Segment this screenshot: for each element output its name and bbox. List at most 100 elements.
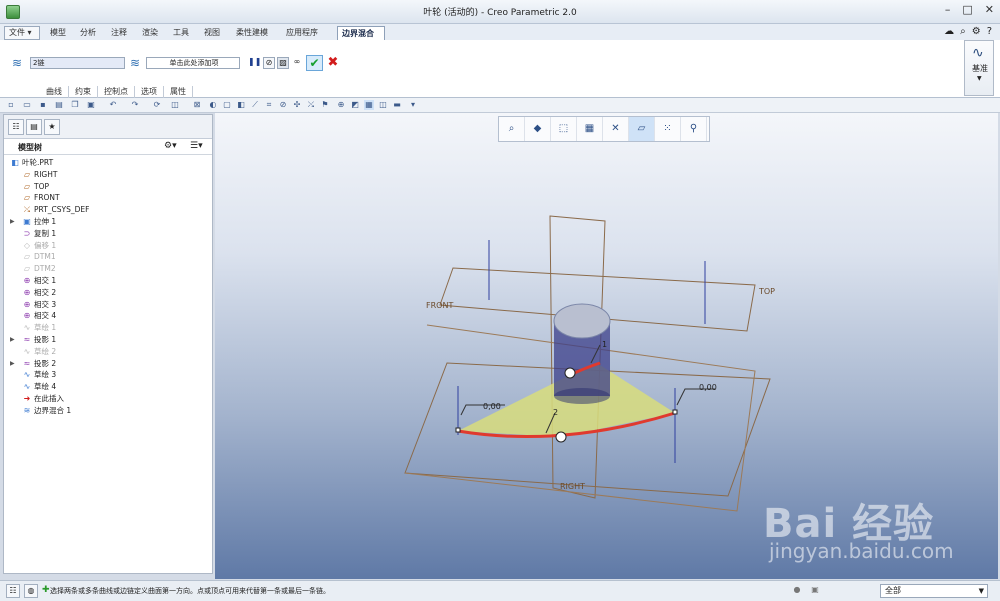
expand-arrow-icon[interactable]: ▶ <box>10 216 15 228</box>
tree-columns-icon[interactable]: ☰▾ <box>190 141 203 151</box>
verify-icon[interactable]: ∞ <box>291 57 303 69</box>
tree-item[interactable]: ⊃ 复制 1 <box>4 228 212 240</box>
folder-icon[interactable]: ▬ <box>392 100 402 110</box>
tree-item[interactable]: ▱ TOP <box>4 181 212 193</box>
view-manager-icon[interactable]: ▦ <box>577 117 603 141</box>
subtab-constraints[interactable]: 约束 <box>69 86 98 98</box>
tree-item[interactable]: ∿ 草绘 4 <box>4 381 212 393</box>
graphics-window[interactable]: FRONT TOP RIGHT 0,00 0,00 1 2 ⌕ ◆ ⬚ ▦ ✕ … <box>215 113 998 579</box>
cancel-button[interactable]: ✖ <box>326 55 340 71</box>
datum-display-icon[interactable]: ⌗ <box>264 100 274 110</box>
csys-display-icon[interactable]: ⚲ <box>681 117 707 141</box>
tree-item[interactable]: ≋ 边界混合 1 <box>4 405 212 417</box>
tree-item[interactable]: ∿ 草绘 2 <box>4 346 212 358</box>
annotation-display-icon[interactable]: ⚑ <box>320 100 330 110</box>
subtab-properties[interactable]: 属性 <box>164 86 193 98</box>
tab-analysis[interactable]: 分析 <box>76 26 100 40</box>
new-icon[interactable]: ▫ <box>6 100 16 110</box>
subtab-options[interactable]: 选项 <box>135 86 164 98</box>
navigator-toggle-icon[interactable]: ☷ <box>6 584 20 598</box>
close-model-icon[interactable]: ⊠ <box>192 100 202 110</box>
tree-item[interactable]: ⊕ 相交 4 <box>4 310 212 322</box>
tab-annotate[interactable]: 注释 <box>107 26 131 40</box>
tree-item[interactable]: ➜ 在此插入 <box>4 393 212 405</box>
model-tree-tab-icon[interactable]: ☷ <box>8 119 24 135</box>
tree-item[interactable]: ⊕ 相交 3 <box>4 299 212 311</box>
datum-point-display-icon[interactable]: ⁙ <box>655 117 681 141</box>
tab-file[interactable]: 文件 ▾ <box>4 26 40 40</box>
expand-arrow-icon[interactable]: ▶ <box>10 334 15 346</box>
tree-item[interactable]: ▶ ≈ 投影 1 <box>4 334 212 346</box>
tree-item[interactable]: ◇ 偏移 1 <box>4 240 212 252</box>
undo-icon[interactable]: ↶ <box>108 100 118 110</box>
pause-icon[interactable]: ❚❚ <box>248 57 261 69</box>
first-direction-collector[interactable]: 2链 <box>30 57 125 69</box>
tree-item[interactable]: ▶ ≈ 投影 2 <box>4 358 212 370</box>
tree-item[interactable]: ▱ DTM2 <box>4 263 212 275</box>
redo-icon[interactable]: ↷ <box>130 100 140 110</box>
search-icon[interactable]: ⌕ <box>960 26 966 37</box>
tab-boundary-blend[interactable]: 边界混合 <box>337 26 385 41</box>
open-icon[interactable]: ▭ <box>22 100 32 110</box>
tree-item[interactable]: ▱ RIGHT <box>4 169 212 181</box>
display-style-icon[interactable]: ◆ <box>525 117 551 141</box>
refit-icon[interactable]: ⌕ <box>499 117 525 141</box>
toolbar-dropdown-icon[interactable]: ▾ <box>408 100 418 110</box>
tree-item[interactable]: ◧ 叶轮.PRT <box>4 157 212 169</box>
spin-center-icon[interactable]: ⊕ <box>336 100 346 110</box>
browser-toggle-icon[interactable]: ◍ <box>24 584 38 598</box>
wireframe-icon[interactable]: ▢ <box>222 100 232 110</box>
tree-settings-icon[interactable]: ⚙▾ <box>164 141 177 151</box>
favorites-tab-icon[interactable]: ★ <box>44 119 60 135</box>
appearance-icon[interactable]: ◫ <box>378 100 388 110</box>
tree-item[interactable]: ⊕ 相交 2 <box>4 287 212 299</box>
no-preview-icon[interactable]: ⊘ <box>263 57 275 69</box>
tree-item[interactable]: ▱ DTM1 <box>4 251 212 263</box>
csys-display-icon[interactable]: ⤯ <box>306 100 316 110</box>
maximize-button[interactable]: □ <box>962 3 972 16</box>
tab-render[interactable]: 渲染 <box>138 26 162 40</box>
view-manager-icon[interactable]: ◩ <box>350 100 360 110</box>
tree-item[interactable]: ▶ ▣ 拉伸 1 <box>4 216 212 228</box>
saved-orientations-icon[interactable]: ⬚ <box>551 117 577 141</box>
tree-item[interactable]: ⊕ 相交 1 <box>4 275 212 287</box>
print-icon[interactable]: ▤ <box>54 100 64 110</box>
tree-item[interactable]: ∿ 草绘 1 <box>4 322 212 334</box>
minimize-button[interactable]: – <box>945 3 951 16</box>
tab-applications[interactable]: 应用程序 <box>282 26 322 40</box>
folder-browser-tab-icon[interactable]: ▤ <box>26 119 42 135</box>
expand-arrow-icon[interactable]: ▶ <box>10 358 15 370</box>
shading-icon[interactable]: ◐ <box>208 100 218 110</box>
save-icon[interactable]: ▪ <box>38 100 48 110</box>
subtab-curves[interactable]: 曲线 <box>40 86 69 98</box>
tree-item[interactable]: ∿ 草绘 3 <box>4 369 212 381</box>
tree-item[interactable]: ⤯ PRT_CSYS_DEF <box>4 204 212 216</box>
help-icon[interactable]: ? <box>987 26 992 37</box>
tree-item[interactable]: ▱ FRONT <box>4 192 212 204</box>
tree-item-label: 草绘 3 <box>34 370 57 380</box>
shaded-edges-icon[interactable]: ▦ <box>364 100 374 110</box>
ok-button[interactable]: ✔ <box>306 55 323 71</box>
tab-flexible-modeling[interactable]: 柔性建模 <box>232 26 272 40</box>
tab-tools[interactable]: 工具 <box>169 26 193 40</box>
regenerate-icon[interactable]: ⟳ <box>152 100 162 110</box>
datum-plane-display-icon[interactable]: ▱ <box>629 117 655 141</box>
hidden-line-icon[interactable]: ◧ <box>236 100 246 110</box>
paste-icon[interactable]: ▣ <box>86 100 96 110</box>
preview-icon[interactable]: ▨ <box>277 57 289 69</box>
selection-filter[interactable]: 全部 ▼ <box>880 584 988 598</box>
point-display-icon[interactable]: ✣ <box>292 100 302 110</box>
measure-icon[interactable]: ⟋ <box>250 100 260 110</box>
copy-icon[interactable]: ❐ <box>70 100 80 110</box>
second-direction-collector[interactable]: 单击此处添加项 <box>146 57 240 69</box>
axis-display-icon[interactable]: ⊘ <box>278 100 288 110</box>
datum-axis-display-icon[interactable]: ✕ <box>603 117 629 141</box>
cloud-icon[interactable]: ☁ <box>944 26 954 37</box>
subtab-control-points[interactable]: 控制点 <box>98 86 135 98</box>
tab-model[interactable]: 模型 <box>46 26 70 40</box>
datum-group[interactable]: ∿ 基准 ▼ <box>964 40 994 96</box>
settings-icon[interactable]: ⚙ <box>972 26 981 37</box>
windows-icon[interactable]: ◫ <box>170 100 180 110</box>
tab-view[interactable]: 视图 <box>200 26 224 40</box>
close-window-button[interactable]: ✕ <box>985 3 994 16</box>
